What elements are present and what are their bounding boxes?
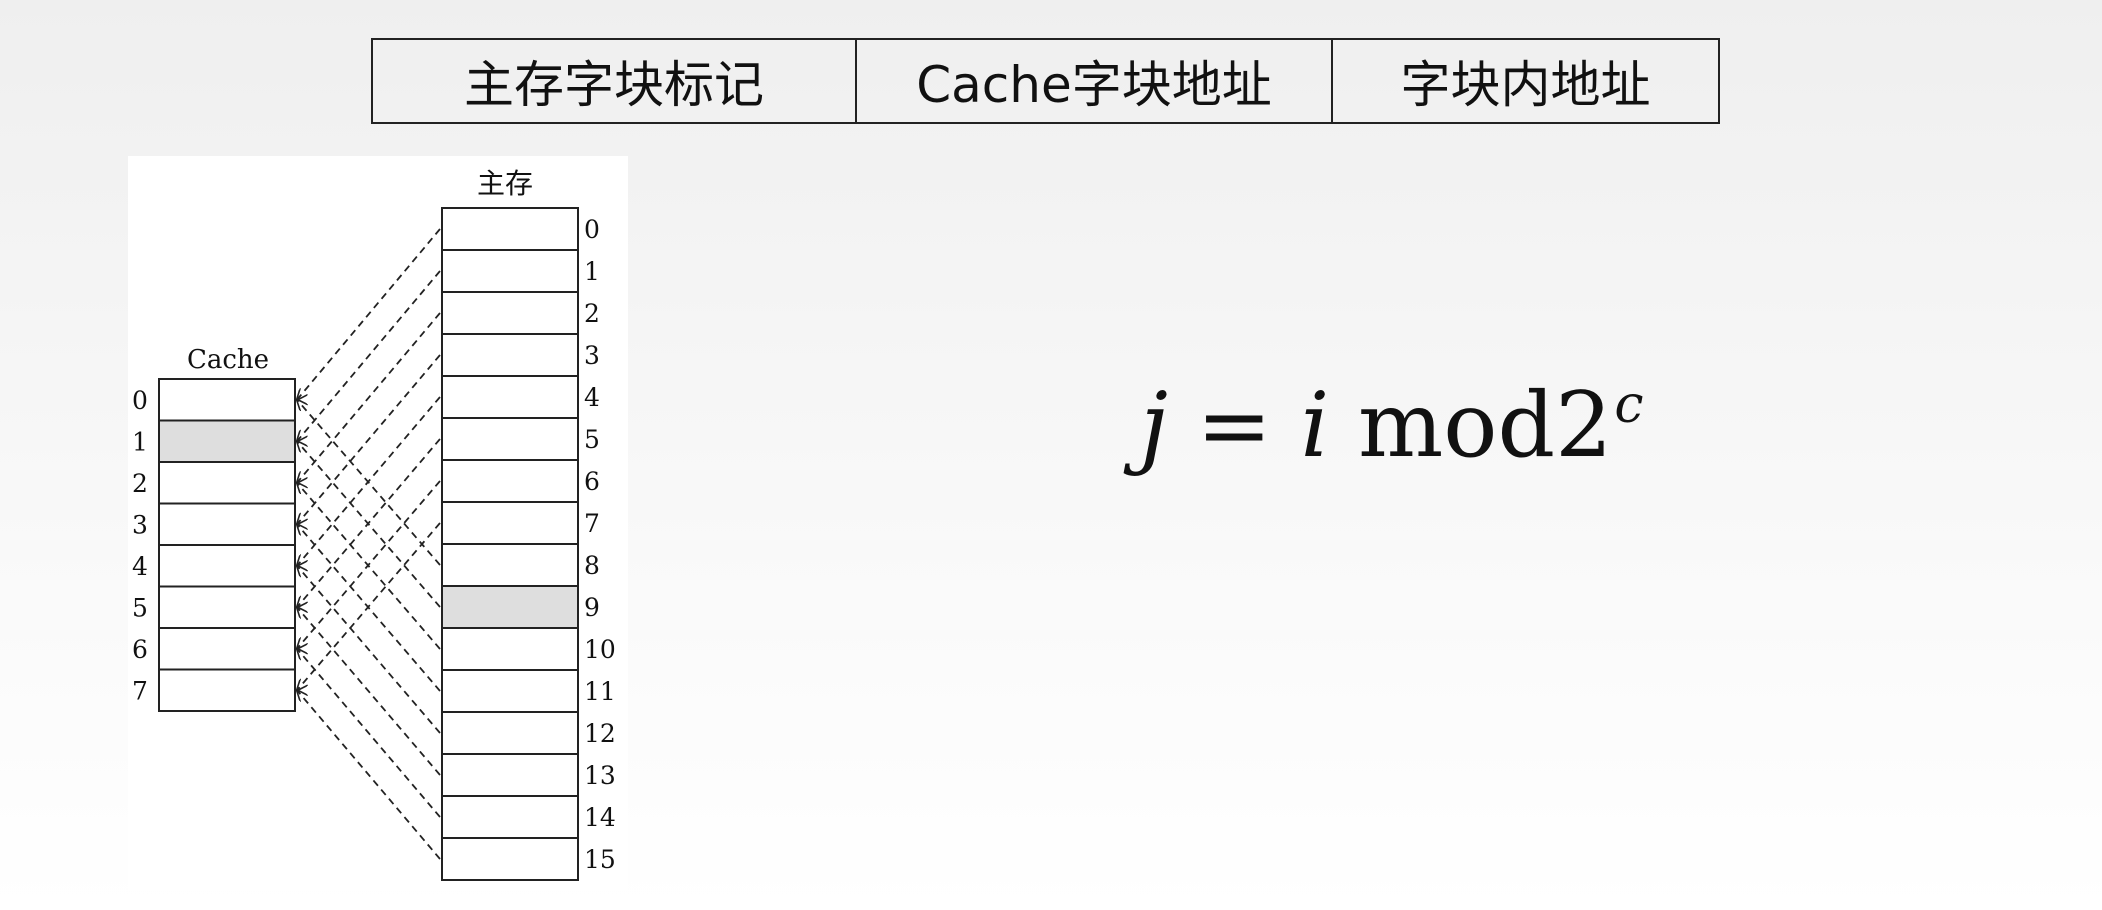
main-memory-block-label: 1	[584, 257, 600, 286]
main-memory-block-14	[441, 795, 579, 839]
cache-block-label: 7	[132, 676, 148, 705]
formula-op: mod	[1357, 373, 1556, 478]
mapping-line	[297, 270, 441, 441]
main-memory-block-12	[441, 711, 579, 755]
main-memory-block-6	[441, 459, 579, 503]
formula-var: i	[1300, 373, 1330, 478]
main-memory-block-15	[441, 837, 579, 881]
cache-block-6	[158, 627, 296, 671]
main-memory-block-1	[441, 249, 579, 293]
mapping-line	[297, 566, 441, 734]
main-memory-block-11	[441, 669, 579, 713]
mapping-line	[297, 354, 441, 524]
main-memory-block-label: 10	[584, 635, 616, 664]
mapping-line	[297, 483, 441, 650]
main-memory-block-label: 9	[584, 593, 600, 622]
block-offset-field: 字块内地址	[1331, 38, 1720, 124]
main-memory-block-label: 4	[584, 383, 600, 412]
main-memory-block-8	[441, 543, 579, 587]
main-memory-block-9	[441, 585, 579, 629]
mapping-line	[297, 228, 441, 400]
main-memory-block-label: 2	[584, 299, 600, 328]
address-format-row: 主存字块标记 Cache字块地址 字块内地址	[371, 38, 1720, 124]
formula-lhs: j	[1140, 373, 1168, 478]
cache-block-1	[158, 419, 296, 463]
main-memory-block-label: 6	[584, 467, 600, 496]
cache-block-5	[158, 585, 296, 629]
main-memory-block-2	[441, 291, 579, 335]
direct-mapping-diagram: 01234567 0 1 2 3 4 5 6 7 8 9 10 11 12 13 14 15 Cache 主存	[128, 156, 628, 890]
main-memory-block-label: 8	[584, 551, 600, 580]
cache-block-label: 3	[132, 510, 148, 539]
mapping-line	[297, 400, 441, 566]
main-memory-block-label: 11	[584, 677, 616, 706]
main-memory-block-tag-field: 主存字块标记	[371, 38, 857, 124]
main-memory-block-label: 12	[584, 719, 616, 748]
mapping-line	[297, 607, 441, 776]
mapping-line	[297, 441, 441, 608]
main-memory-block-7	[441, 501, 579, 545]
cache-block-4	[158, 544, 296, 588]
cache-block-label: 6	[132, 635, 148, 664]
cache-block-label: 5	[132, 593, 148, 622]
formula-base: 2	[1555, 373, 1613, 478]
main-memory-block-5	[441, 417, 579, 461]
cache-block-label: 0	[132, 386, 148, 415]
formula-exponent: c	[1614, 375, 1644, 435]
cache-block-label: 1	[132, 427, 148, 456]
mapping-diagram-svg: 01234567 0123456789101112131415 Cache 主存	[132, 167, 616, 881]
mapping-line	[297, 690, 441, 860]
cache-block-0	[158, 378, 296, 422]
mapping-line	[297, 649, 441, 818]
cache-block-2	[158, 461, 296, 505]
main-memory-block-label: 13	[584, 761, 616, 790]
main-memory-block-3	[441, 333, 579, 377]
main-memory-block-label: 3	[584, 341, 600, 370]
cache-title: Cache	[187, 345, 269, 375]
mapping-line	[297, 312, 441, 483]
mapping-formula: j = i mod2c	[1140, 345, 1644, 478]
main-memory-block-13	[441, 753, 579, 797]
cache-block-label: 2	[132, 469, 148, 498]
formula-equals: =	[1196, 373, 1272, 478]
main-memory-block-label: 15	[584, 845, 616, 874]
cache-block-label: 4	[132, 552, 148, 581]
cache-block-7	[158, 668, 296, 712]
main-memory-block-0	[441, 207, 579, 251]
main-memory-block-label: 14	[584, 803, 616, 832]
cache-block-address-field: Cache字块地址	[855, 38, 1333, 124]
main-memory-title: 主存	[477, 167, 533, 200]
main-memory-block-label: 7	[584, 509, 600, 538]
main-memory-block-label: 0	[584, 215, 600, 244]
mapping-line	[297, 524, 441, 692]
main-memory-block-4	[441, 375, 579, 419]
main-memory-block-label: 5	[584, 425, 600, 454]
cache-block-3	[158, 502, 296, 546]
address-format-table: 主存字块标记 Cache字块地址 字块内地址	[371, 38, 1720, 124]
main-memory-block-10	[441, 627, 579, 671]
